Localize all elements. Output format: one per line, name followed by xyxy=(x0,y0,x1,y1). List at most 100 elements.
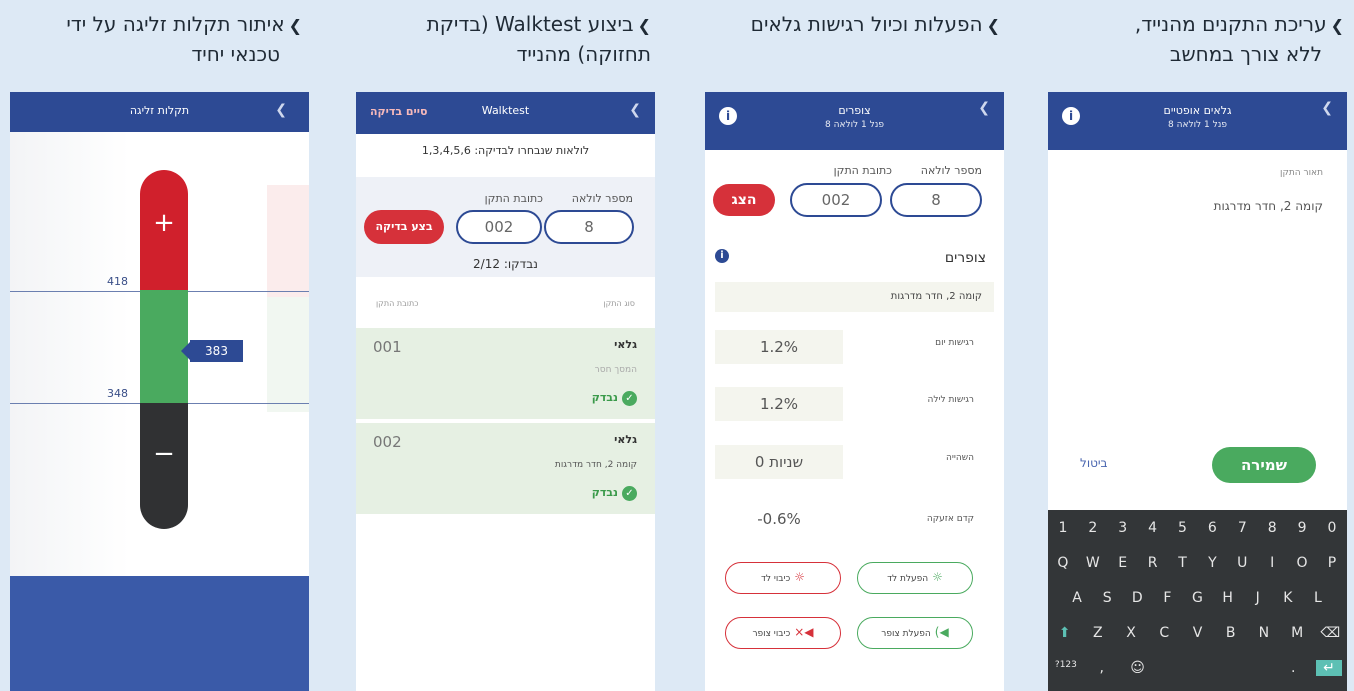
key[interactable]: V xyxy=(1184,625,1210,641)
key[interactable]: T xyxy=(1170,555,1196,571)
key[interactable]: Z xyxy=(1085,625,1111,641)
space-key[interactable] xyxy=(1160,660,1270,676)
key[interactable]: . xyxy=(1280,660,1306,676)
caption-leak-faults: ❯איתור תקלות זליגה על ידי טכנאי יחיד xyxy=(66,10,302,69)
key[interactable]: I xyxy=(1259,555,1285,571)
info-icon[interactable]: i xyxy=(1062,107,1080,125)
header-title: תקלות זליגה xyxy=(129,104,190,117)
key[interactable]: P xyxy=(1319,555,1345,571)
horn-on-button[interactable]: ◀)הפעלת צופר xyxy=(857,617,973,649)
info-icon[interactable]: i xyxy=(719,107,737,125)
led-off-button[interactable]: ☼כיבוי לד xyxy=(725,562,841,594)
device-address-input[interactable]: 002 xyxy=(456,210,542,244)
run-test-button[interactable]: בצע בדיקה xyxy=(364,210,444,244)
app-header: Walktest סיים בדיקה ❯ xyxy=(356,92,655,134)
pre-alarm-value[interactable]: -0.6% xyxy=(715,502,843,536)
led-on-icon: ☼ xyxy=(932,570,943,584)
plus-icon[interactable]: + xyxy=(140,208,188,238)
symbols-key[interactable]: ?123 xyxy=(1053,660,1079,676)
key[interactable]: M xyxy=(1284,625,1310,641)
key[interactable]: E xyxy=(1110,555,1136,571)
loop-number-input[interactable]: 8 xyxy=(544,210,634,244)
key[interactable]: 2 xyxy=(1080,520,1106,536)
app-header: צופרים פנל 1 לולאה 8 ❯ i xyxy=(705,92,1004,150)
minus-icon[interactable]: − xyxy=(140,439,188,469)
column-header-address: כתובת התקן xyxy=(376,299,419,308)
key[interactable]: K xyxy=(1275,590,1301,606)
show-button[interactable]: הצג xyxy=(713,184,775,216)
description-field[interactable]: קומה 2, חדר מדרגות xyxy=(1214,199,1323,213)
app-header: גלאים אופטיים פנל 1 לולאה 8 ❯ i xyxy=(1048,92,1347,150)
button-label: הפעלת לד xyxy=(887,574,929,584)
caption-activation: ❯הפעלות וכיול רגישות גלאים xyxy=(751,10,1000,40)
device-location: המסך חסר xyxy=(594,365,637,375)
key[interactable]: H xyxy=(1215,590,1241,606)
shift-key-icon[interactable]: ⬆ xyxy=(1052,625,1078,641)
key[interactable]: Y xyxy=(1199,555,1225,571)
key[interactable]: W xyxy=(1080,555,1106,571)
key[interactable]: 5 xyxy=(1170,520,1196,536)
key[interactable]: U xyxy=(1229,555,1255,571)
key[interactable]: 3 xyxy=(1110,520,1136,536)
backspace-key-icon[interactable]: ⌫ xyxy=(1317,625,1343,641)
info-icon[interactable]: i xyxy=(715,249,729,263)
app-header: תקלות זליגה ❯ xyxy=(10,92,309,132)
list-item[interactable]: 001 גלאי המסך חסר ✓ נבדק xyxy=(356,328,655,419)
key[interactable]: B xyxy=(1218,625,1244,641)
key[interactable]: O xyxy=(1289,555,1315,571)
key[interactable]: J xyxy=(1245,590,1271,606)
phone-leak-faults: תקלות זליגה ❯ + − 418 348 383 xyxy=(10,92,309,691)
loop-number-input[interactable]: 8 xyxy=(890,183,982,217)
key[interactable]: Q xyxy=(1050,555,1076,571)
device-address-label: כתובת התקן xyxy=(484,192,543,205)
key[interactable]: N xyxy=(1251,625,1277,641)
key[interactable]: 0 xyxy=(1319,520,1345,536)
device-address: 001 xyxy=(373,338,402,356)
key[interactable]: 1 xyxy=(1050,520,1076,536)
delay-value[interactable]: 0 שניות xyxy=(715,445,843,479)
key[interactable]: 7 xyxy=(1229,520,1255,536)
back-chevron-icon[interactable]: ❯ xyxy=(629,102,641,118)
bottom-panel xyxy=(10,576,309,691)
horn-off-button[interactable]: ◀×כיבוי צופר xyxy=(725,617,841,649)
key[interactable]: R xyxy=(1140,555,1166,571)
key[interactable]: 6 xyxy=(1199,520,1225,536)
enter-key-icon[interactable]: ↵ xyxy=(1316,660,1343,676)
device-address-label: כתובת התקן xyxy=(833,164,892,177)
key[interactable]: D xyxy=(1124,590,1150,606)
key[interactable]: 4 xyxy=(1140,520,1166,536)
emoji-key-icon[interactable]: ☺ xyxy=(1125,660,1151,676)
list-item[interactable]: 002 גלאי קומה 2, חדר מדרגות ✓ נבדק xyxy=(356,423,655,514)
key[interactable]: S xyxy=(1094,590,1120,606)
finish-test-button[interactable]: סיים בדיקה xyxy=(370,105,428,118)
back-chevron-icon[interactable]: ❯ xyxy=(1321,100,1333,116)
caption-walktest: ❯ביצוע Walktest (בדיקת תחזוקה) מהנייד xyxy=(427,10,651,69)
chevron-left-icon: ❯ xyxy=(986,16,1000,35)
caption-line: הפעלות וכיול רגישות גלאים xyxy=(750,12,983,36)
key[interactable]: 8 xyxy=(1259,520,1285,536)
device-address-input[interactable]: 002 xyxy=(790,183,882,217)
save-button[interactable]: שמירה xyxy=(1212,447,1316,483)
key[interactable]: X xyxy=(1118,625,1144,641)
increase-zone[interactable]: + xyxy=(140,170,188,290)
caption-line: עריכת התקנים מהנייד, xyxy=(1134,12,1327,36)
phone-edit-device: גלאים אופטיים פנל 1 לולאה 8 ❯ i תאור התק… xyxy=(1048,92,1347,691)
led-on-button[interactable]: ☼הפעלת לד xyxy=(857,562,973,594)
decrease-zone[interactable]: − xyxy=(140,403,188,529)
caption-edit-devices: ❯עריכת התקנים מהנייד, ללא צורך במחשב xyxy=(1135,10,1344,69)
key[interactable]: A xyxy=(1064,590,1090,606)
key[interactable]: 9 xyxy=(1289,520,1315,536)
key[interactable]: L xyxy=(1305,590,1331,606)
back-chevron-icon[interactable]: ❯ xyxy=(275,102,287,118)
day-sensitivity-value[interactable]: 1.2% xyxy=(715,330,843,364)
chevron-left-icon: ❯ xyxy=(288,16,302,35)
cancel-button[interactable]: ביטול xyxy=(1080,456,1108,470)
key[interactable]: C xyxy=(1151,625,1177,641)
key[interactable]: , xyxy=(1089,660,1115,676)
status-badge: ✓ נבדק xyxy=(592,486,637,501)
key[interactable]: G xyxy=(1184,590,1210,606)
key[interactable]: F xyxy=(1154,590,1180,606)
back-chevron-icon[interactable]: ❯ xyxy=(978,100,990,116)
night-sensitivity-value[interactable]: 1.2% xyxy=(715,387,843,421)
keyboard-row-bottom: ⬆ Z X C V B N M ⌫ xyxy=(1048,625,1347,641)
